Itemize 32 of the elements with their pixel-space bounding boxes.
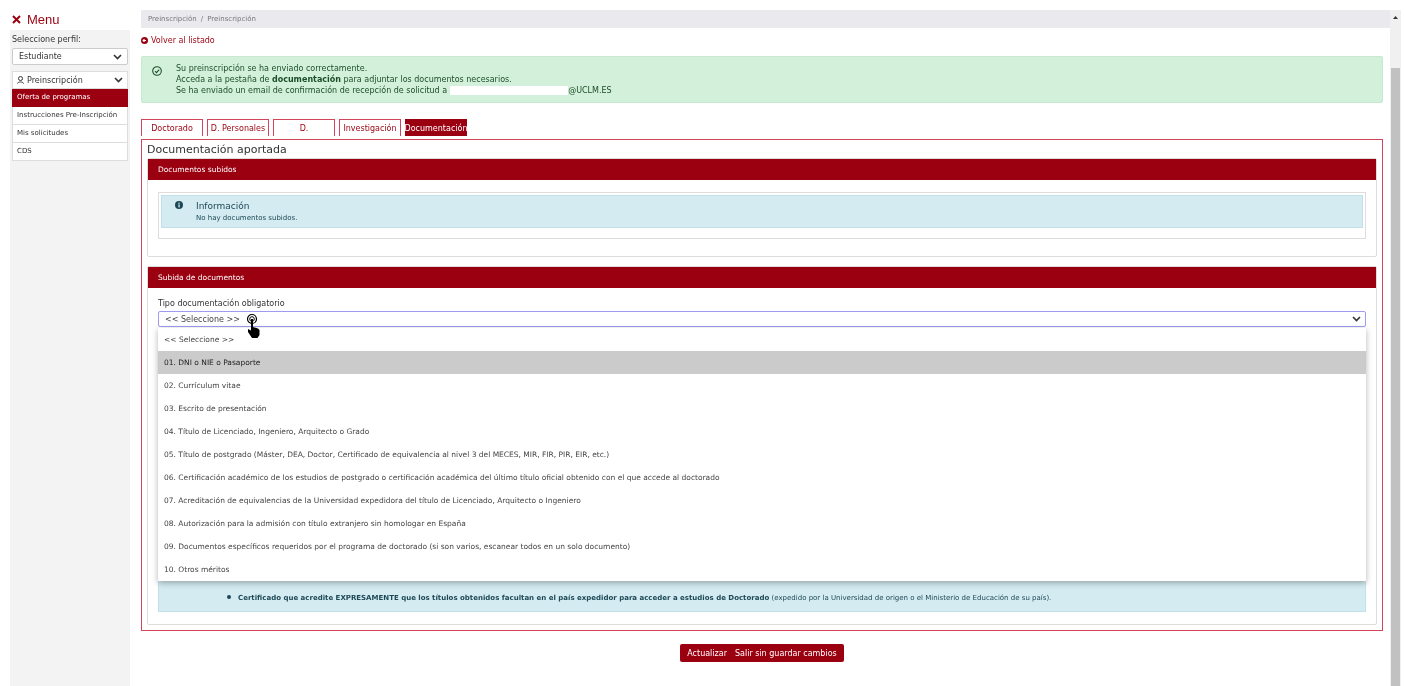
back-link[interactable]: Volver al listado xyxy=(141,36,215,45)
action-button[interactable]: Actualizar xyxy=(680,644,731,662)
tab[interactable]: Documentación xyxy=(405,119,467,136)
info-title: Información xyxy=(196,201,251,211)
alert-message: Se ha enviado un email de confirmación de recepción de solicitud a xyxy=(176,86,448,95)
tab[interactable]: Doctorado xyxy=(141,119,203,136)
chevron-icon xyxy=(113,53,122,60)
email-domain: @UCLM.ES xyxy=(568,86,612,95)
person-icon xyxy=(17,76,24,84)
panel-title: Documentación aportada xyxy=(147,143,288,156)
profile-label: Seleccione perfil: xyxy=(11,34,82,46)
menu-group-header[interactable]: Preinscripción xyxy=(12,71,128,89)
scrollbar[interactable] xyxy=(1390,10,1401,686)
alert-message: Acceda a la pestaña de documentación para adjuntar los documentos necesarios. xyxy=(176,75,513,84)
tab[interactable]: D. xyxy=(273,119,335,136)
document-type-select[interactable]: << Seleccione >> xyxy=(158,311,1366,327)
menu-group-label: Preinscripción xyxy=(27,75,83,85)
bullet-icon xyxy=(227,595,231,599)
close-icon[interactable] xyxy=(12,15,21,24)
tab[interactable]: Investigación xyxy=(339,119,401,136)
menu-title: Menu xyxy=(27,12,60,27)
tab[interactable]: D. Personales xyxy=(207,119,269,136)
check-circle-icon xyxy=(152,66,162,76)
chevron-down-icon xyxy=(1352,316,1361,322)
hand-cursor-icon xyxy=(247,313,260,339)
profile-select[interactable]: Estudiante xyxy=(12,48,128,65)
action-button[interactable]: Salir sin guardar cambios xyxy=(730,644,844,662)
arrow-left-circle-icon xyxy=(141,37,148,44)
chevron-down-icon xyxy=(114,77,123,83)
info-icon xyxy=(175,201,183,209)
field-label: Tipo documentación obligatorio xyxy=(158,299,286,308)
alert-message: Su preinscripción se ha enviado correctamente. xyxy=(176,64,369,73)
